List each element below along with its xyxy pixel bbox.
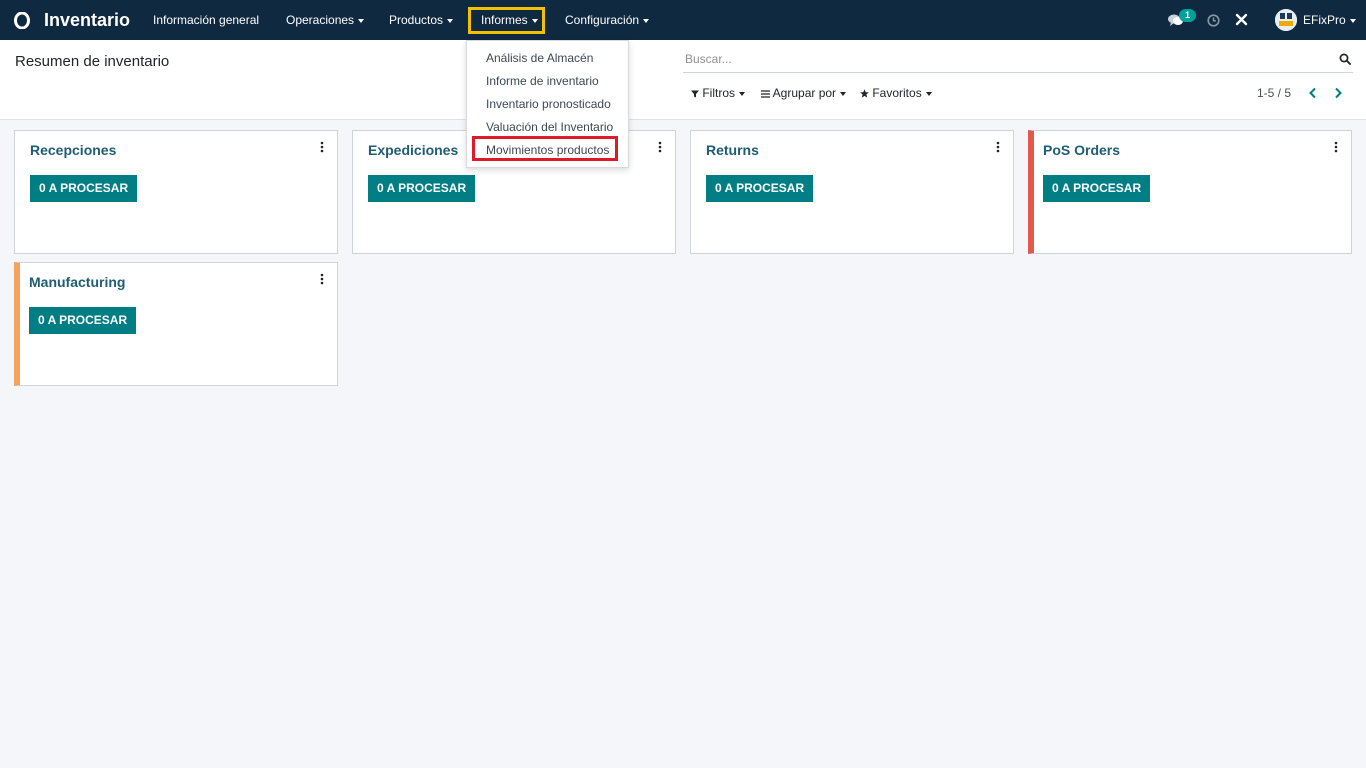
dropdown-item-inventario-pronosticado[interactable]: Inventario pronosticado: [486, 97, 611, 111]
menu-configuracion-label: Configuración: [565, 13, 640, 27]
favorites-label: Favoritos: [872, 86, 922, 100]
filter-icon: [691, 90, 699, 98]
control-panel: Resumen de inventario Filtros Agrupar po…: [0, 40, 1366, 120]
caret-down-icon: [447, 18, 454, 23]
menu-operaciones[interactable]: Operaciones: [286, 0, 365, 40]
user-avatar[interactable]: [1275, 9, 1297, 31]
caret-down-icon: [1349, 18, 1356, 23]
app-title[interactable]: Inventario: [44, 8, 130, 32]
movimientos-highlight-box: [472, 136, 618, 161]
to-process-button[interactable]: 0 A PROCESAR: [1043, 175, 1151, 202]
filters-label: Filtros: [702, 86, 736, 100]
page-title: Resumen de inventario: [15, 53, 170, 70]
more-options-icon[interactable]: [996, 141, 1000, 153]
app-logo-icon[interactable]: [14, 12, 30, 29]
search-bar: [683, 48, 1353, 73]
caret-down-icon: [643, 18, 650, 23]
menu-operaciones-label: Operaciones: [286, 13, 355, 27]
dropdown-item-informe-inventario[interactable]: Informe de inventario: [486, 74, 599, 88]
card-title[interactable]: Manufacturing: [29, 274, 125, 290]
informes-highlight-box: [468, 7, 545, 34]
clock-icon[interactable]: [1207, 14, 1220, 27]
tools-icon[interactable]: [1235, 13, 1248, 26]
star-icon: [860, 89, 869, 98]
to-process-button[interactable]: 0 A PROCESAR: [706, 175, 814, 202]
caret-down-icon: [358, 18, 365, 23]
menu-informacion-general[interactable]: Información general: [153, 0, 259, 40]
group-by-label: Agrupar por: [772, 86, 837, 100]
card-recepciones: Recepciones 0 A PROCESAR: [14, 130, 338, 254]
search-icon[interactable]: [1339, 53, 1351, 65]
caret-down-icon: [925, 91, 932, 96]
menu-productos[interactable]: Productos: [389, 0, 454, 40]
more-options-icon[interactable]: [658, 141, 662, 153]
user-menu[interactable]: EFixPro: [1303, 0, 1356, 40]
user-name-label: EFixPro: [1303, 13, 1346, 27]
dropdown-item-analisis-almacen[interactable]: Análisis de Almacén: [486, 51, 593, 65]
caret-down-icon: [840, 91, 847, 96]
avatar-logo-icon: [1275, 9, 1297, 31]
caret-down-icon: [739, 91, 746, 96]
pager-next-icon[interactable]: [1333, 87, 1343, 99]
favorites-button[interactable]: Favoritos: [860, 86, 932, 100]
card-title[interactable]: Recepciones: [30, 142, 116, 158]
card-manufacturing: Manufacturing 0 A PROCESAR: [14, 262, 338, 386]
to-process-button[interactable]: 0 A PROCESAR: [368, 175, 476, 202]
card-pos-orders: PoS Orders 0 A PROCESAR: [1028, 130, 1352, 254]
dropdown-item-valuacion-inventario[interactable]: Valuación del Inventario: [486, 120, 613, 134]
menu-configuracion[interactable]: Configuración: [565, 0, 650, 40]
menu-productos-label: Productos: [389, 13, 444, 27]
card-title[interactable]: Expediciones: [368, 142, 458, 158]
filters-button[interactable]: Filtros: [691, 86, 746, 100]
top-navbar: Inventario Información general Operacion…: [0, 0, 1366, 40]
card-returns: Returns 0 A PROCESAR: [690, 130, 1014, 254]
card-title[interactable]: PoS Orders: [1043, 142, 1120, 158]
list-icon: [761, 90, 770, 98]
more-options-icon[interactable]: [320, 273, 324, 285]
pager-previous-icon[interactable]: [1308, 87, 1318, 99]
to-process-button[interactable]: 0 A PROCESAR: [29, 307, 137, 334]
group-by-button[interactable]: Agrupar por: [761, 86, 847, 100]
to-process-button[interactable]: 0 A PROCESAR: [30, 175, 138, 202]
pager-value[interactable]: 1-5 / 5: [1257, 86, 1291, 100]
more-options-icon[interactable]: [1334, 141, 1338, 153]
card-title[interactable]: Returns: [706, 142, 759, 158]
more-options-icon[interactable]: [320, 141, 324, 153]
search-input[interactable]: [683, 48, 1323, 70]
chat-count-badge: 1: [1179, 9, 1196, 22]
